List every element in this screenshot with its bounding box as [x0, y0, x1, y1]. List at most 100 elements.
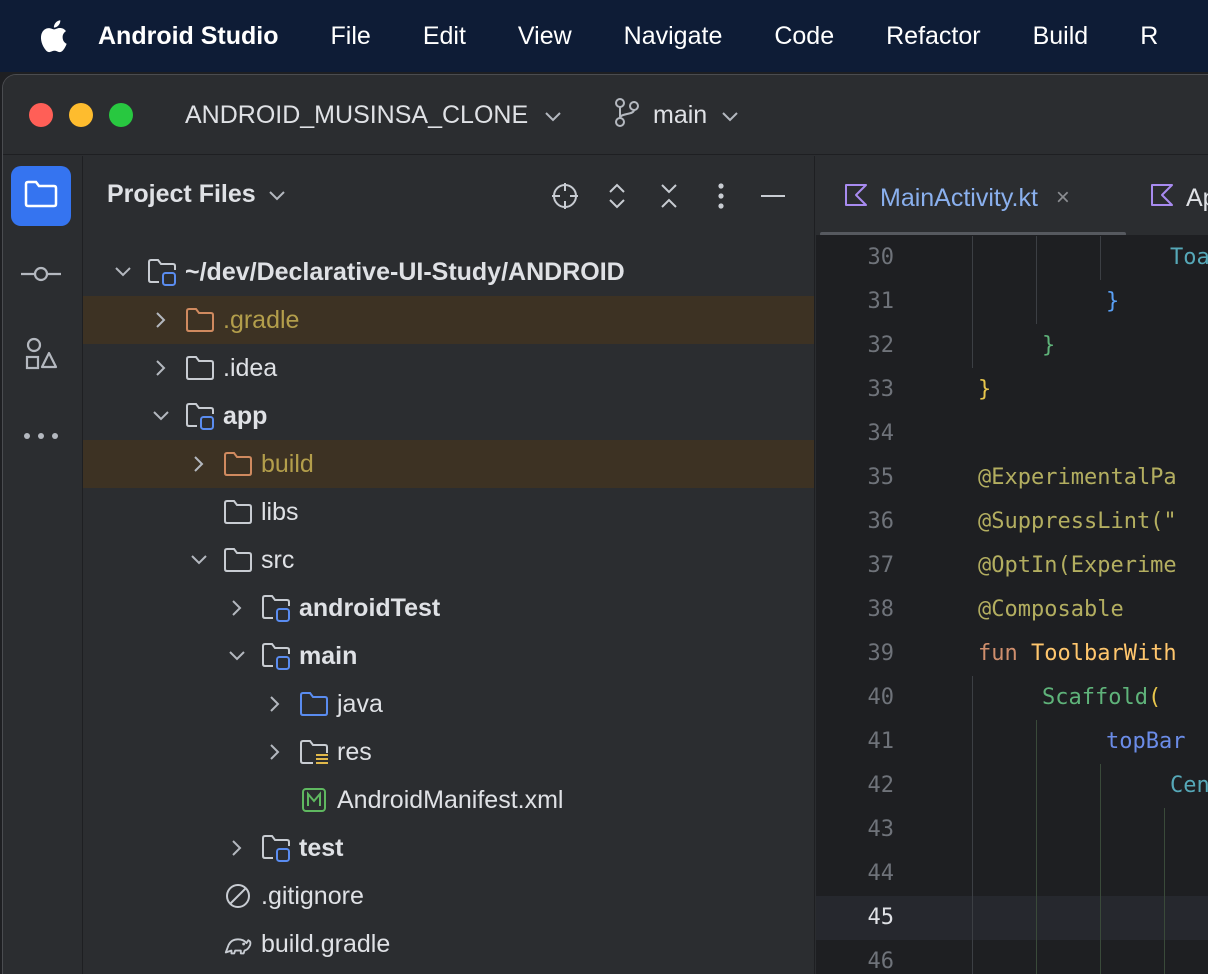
branch-selector[interactable]: main: [613, 97, 739, 133]
chevron-down-icon[interactable]: [227, 646, 247, 666]
title-bar: ANDROID_MUSINSA_CLONE main: [3, 75, 1208, 155]
chevron-right-icon[interactable]: [227, 838, 247, 858]
tree-item-label: res: [337, 737, 372, 766]
window-close-button[interactable]: [29, 103, 53, 127]
code-line[interactable]: 30 Toa: [816, 236, 1208, 280]
chevron-right-icon[interactable]: [265, 694, 285, 714]
chevron-down-icon[interactable]: [151, 406, 171, 426]
folder-icon: [223, 545, 253, 575]
chevron-right-icon[interactable]: [151, 358, 171, 378]
project-view-selector[interactable]: Project Files: [107, 180, 286, 209]
folder-excluded-icon: [185, 305, 215, 335]
code-line[interactable]: 40 Scaffold(: [816, 676, 1208, 720]
code-line[interactable]: 45: [816, 896, 1208, 940]
tree-item[interactable]: AndroidManifest.xml: [83, 776, 814, 824]
commit-tool-button[interactable]: [11, 246, 71, 306]
line-number: 41: [867, 729, 895, 754]
chevron-right-icon[interactable]: [151, 310, 171, 330]
code-line[interactable]: 39 fun ToolbarWith: [816, 632, 1208, 676]
expand-all-icon[interactable]: [601, 180, 633, 212]
tree-item[interactable]: libs: [83, 488, 814, 536]
tree-item[interactable]: build.gradle: [83, 920, 814, 968]
code-line[interactable]: 46: [816, 940, 1208, 974]
code-token: ToolbarWith: [1030, 641, 1177, 666]
commit-icon: [19, 264, 63, 289]
app-name-menu[interactable]: Android Studio: [98, 22, 279, 51]
tree-item[interactable]: ~/dev/Declarative-UI-Study/ANDROID: [83, 248, 814, 296]
options-menu-icon[interactable]: [705, 180, 737, 212]
locate-icon[interactable]: [549, 180, 581, 212]
chevron-right-icon[interactable]: [189, 454, 209, 474]
panel-title: Project Files: [107, 180, 256, 208]
code-line[interactable]: 32}: [816, 324, 1208, 368]
module-icon: [147, 257, 177, 287]
project-tool-button[interactable]: [11, 166, 71, 226]
menu-file[interactable]: File: [331, 22, 371, 51]
project-selector[interactable]: ANDROID_MUSINSA_CLONE: [185, 97, 562, 133]
apple-logo-icon[interactable]: [38, 19, 68, 53]
close-icon[interactable]: ×: [1056, 184, 1070, 212]
tree-item-label: main: [299, 641, 358, 670]
git-branch-icon: [613, 97, 641, 134]
tree-item[interactable]: main: [83, 632, 814, 680]
code-line[interactable]: 41 topBar: [816, 720, 1208, 764]
code-token: Toa: [1170, 245, 1208, 270]
code-line[interactable]: 42 Cen: [816, 764, 1208, 808]
code-area[interactable]: 30 Toa 31} 32} 33} 34 35 @ExperimentalPa 36 @Supp…: [816, 236, 1208, 974]
kotlin-file-icon: [844, 183, 868, 214]
code-line[interactable]: 43: [816, 808, 1208, 852]
chevron-right-icon[interactable]: [227, 598, 247, 618]
tab-label: Ap: [1186, 183, 1208, 212]
folder-res-icon: [299, 737, 329, 767]
hide-panel-icon[interactable]: [757, 180, 789, 212]
more-horizontal-icon: [23, 427, 59, 445]
tab-label: MainActivity.kt: [880, 183, 1038, 212]
code-line[interactable]: 34: [816, 412, 1208, 456]
chevron-right-icon[interactable]: [265, 742, 285, 762]
tree-item[interactable]: .idea: [83, 344, 814, 392]
line-number: 34: [867, 421, 895, 446]
menu-run[interactable]: R: [1140, 22, 1158, 51]
tree-item-label: build: [261, 449, 314, 478]
menu-navigate[interactable]: Navigate: [624, 22, 723, 51]
menu-refactor[interactable]: Refactor: [886, 22, 980, 51]
menu-view[interactable]: View: [518, 22, 572, 51]
chevron-down-icon[interactable]: [189, 550, 209, 570]
menu-build[interactable]: Build: [1033, 22, 1089, 51]
code-line[interactable]: 44: [816, 852, 1208, 896]
code-token: @OptIn(Experime: [978, 553, 1177, 578]
more-tools-button[interactable]: [11, 406, 71, 466]
code-line[interactable]: 38 @Composable: [816, 588, 1208, 632]
code-token: Scaffold: [1042, 685, 1148, 710]
collapse-all-icon[interactable]: [653, 180, 685, 212]
chevron-down-icon[interactable]: [113, 262, 133, 282]
code-line[interactable]: 35 @ExperimentalPa: [816, 456, 1208, 500]
window-maximize-button[interactable]: [109, 103, 133, 127]
code-text: @OptIn(Experime: [978, 544, 1177, 588]
code-token: @Composable: [978, 597, 1124, 622]
indent-guide: [1100, 764, 1101, 974]
tree-item[interactable]: app: [83, 392, 814, 440]
tree-item-label: java: [337, 689, 383, 718]
tree-item[interactable]: .gradle: [83, 296, 814, 344]
code-line[interactable]: 33}: [816, 368, 1208, 412]
resource-manager-tool-button[interactable]: [11, 326, 71, 386]
tab-second-file[interactable]: Ap: [1150, 178, 1208, 218]
code-line[interactable]: 37 @OptIn(Experime: [816, 544, 1208, 588]
tab-main-activity[interactable]: MainActivity.kt ×: [844, 178, 1070, 218]
tree-item[interactable]: res: [83, 728, 814, 776]
tree-item[interactable]: java: [83, 680, 814, 728]
code-line[interactable]: 36 @SuppressLint(": [816, 500, 1208, 544]
menu-edit[interactable]: Edit: [423, 22, 466, 51]
tree-item[interactable]: .gitignore: [83, 872, 814, 920]
window-minimize-button[interactable]: [69, 103, 93, 127]
tree-item[interactable]: build: [83, 440, 814, 488]
code-line[interactable]: 31}: [816, 280, 1208, 324]
line-number: 42: [867, 773, 895, 798]
code-text: @ExperimentalPa: [978, 456, 1177, 500]
tree-item[interactable]: src: [83, 536, 814, 584]
menu-code[interactable]: Code: [774, 22, 834, 51]
tree-item[interactable]: androidTest: [83, 584, 814, 632]
tree-item[interactable]: test: [83, 824, 814, 872]
indent-guide: [972, 236, 973, 368]
